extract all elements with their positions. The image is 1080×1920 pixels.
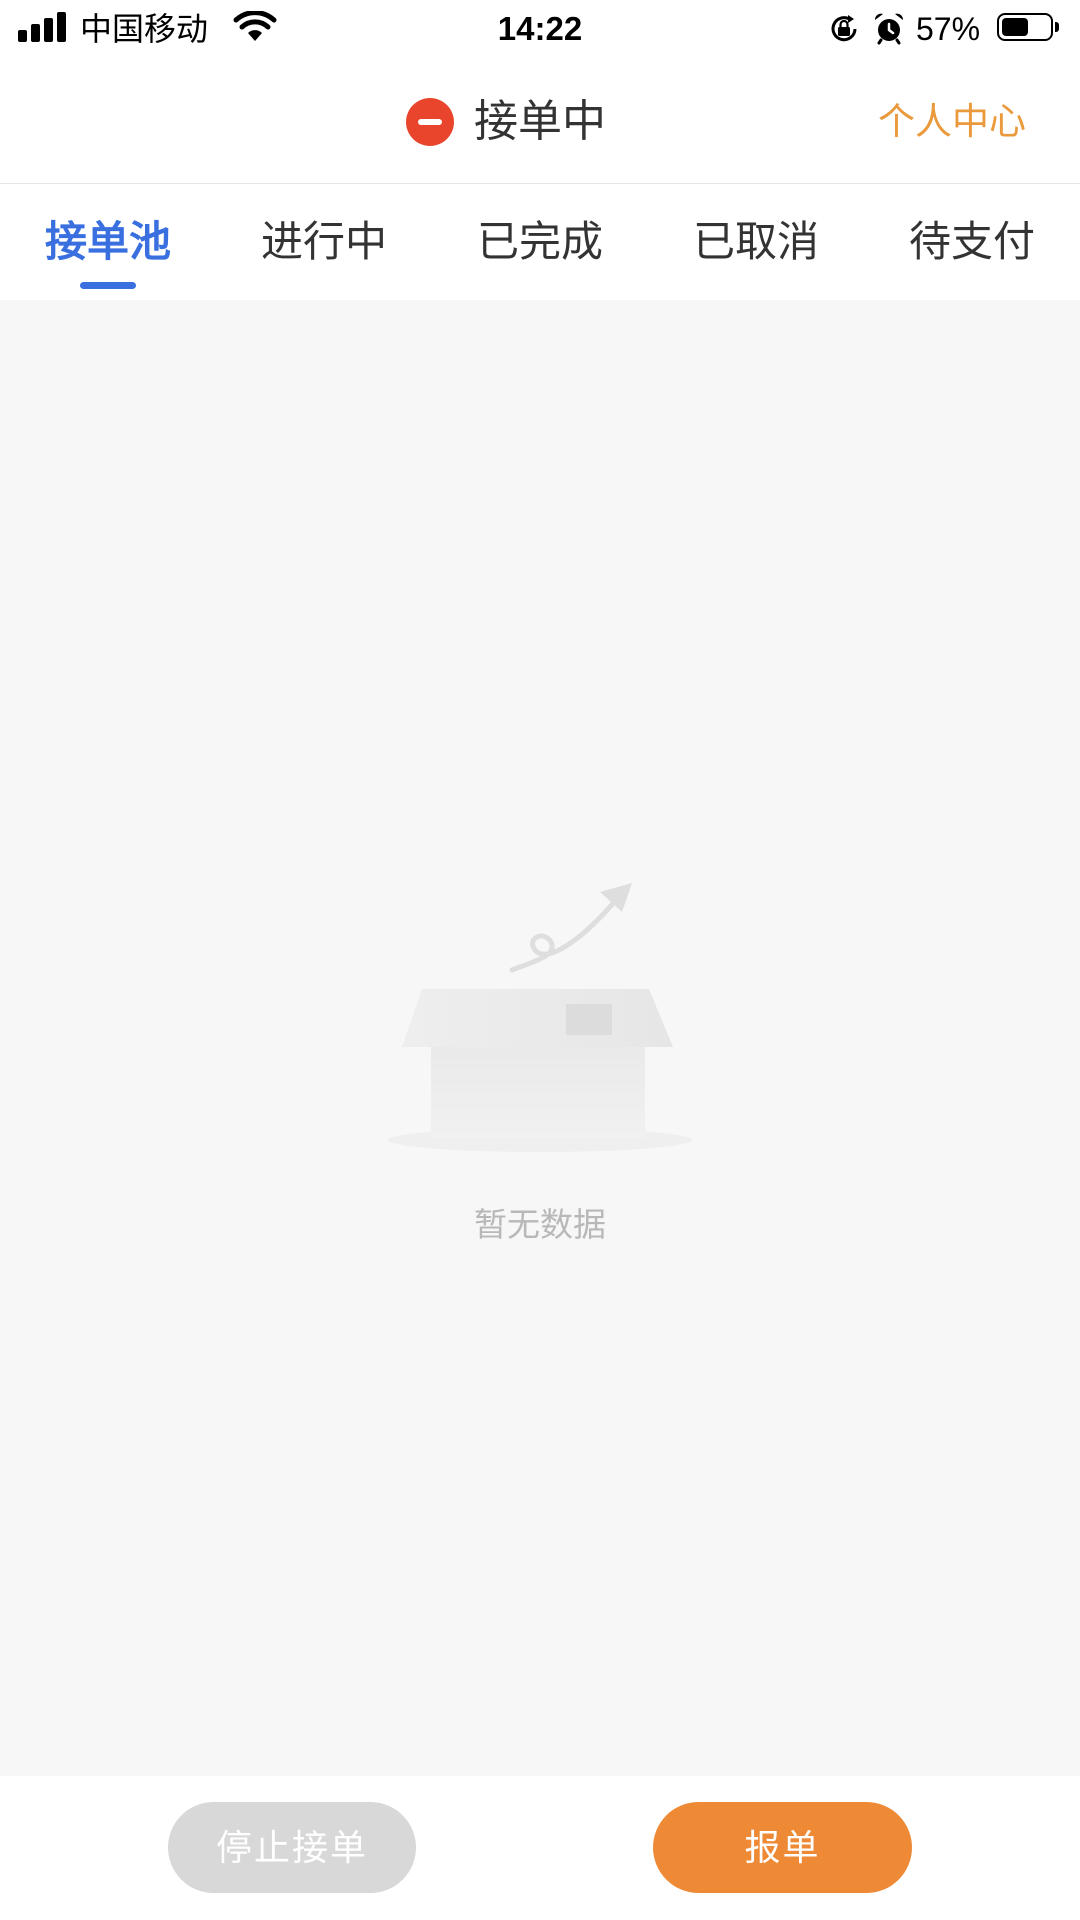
- status-bar: 中国移动 14:22 57%: [0, 0, 1080, 60]
- battery-icon: [997, 13, 1053, 41]
- battery-level: [1002, 18, 1028, 36]
- active-tab-indicator: [80, 282, 136, 289]
- header: 接单中 个人中心: [0, 60, 1080, 184]
- orientation-lock-icon: [831, 15, 857, 42]
- report-order-button[interactable]: 报单: [653, 1802, 912, 1893]
- battery-percent: 57%: [916, 11, 981, 47]
- alarm-icon: [874, 13, 904, 45]
- tab-label: 进行中: [260, 218, 387, 265]
- empty-box-icon: [388, 883, 692, 1152]
- bottom-action-bar: 停止接单 报单: [0, 1776, 1080, 1920]
- tab-bar: 接单池 进行中 已完成 已取消 待支付: [0, 184, 1080, 300]
- tab-order-pool[interactable]: 接单池: [0, 184, 216, 300]
- stop-accepting-button[interactable]: 停止接单: [168, 1802, 416, 1893]
- page-title: 接单中: [474, 97, 606, 146]
- title-group: 接单中: [406, 60, 606, 183]
- tab-in-progress[interactable]: 进行中: [216, 184, 432, 300]
- empty-state-text: 暂无数据: [474, 1206, 606, 1243]
- tab-label: 待支付: [908, 218, 1035, 265]
- tab-label: 已取消: [692, 218, 819, 265]
- profile-center-link[interactable]: 个人中心: [878, 60, 1026, 183]
- tab-pending-payment[interactable]: 待支付: [864, 184, 1080, 300]
- tab-cancelled[interactable]: 已取消: [648, 184, 864, 300]
- tab-label: 已完成: [476, 218, 603, 265]
- tab-label: 接单池: [44, 218, 171, 265]
- minus-circle-icon[interactable]: [406, 98, 454, 146]
- tab-completed[interactable]: 已完成: [432, 184, 648, 300]
- battery-nub: [1055, 22, 1059, 32]
- order-list-area[interactable]: 暂无数据: [0, 300, 1080, 1776]
